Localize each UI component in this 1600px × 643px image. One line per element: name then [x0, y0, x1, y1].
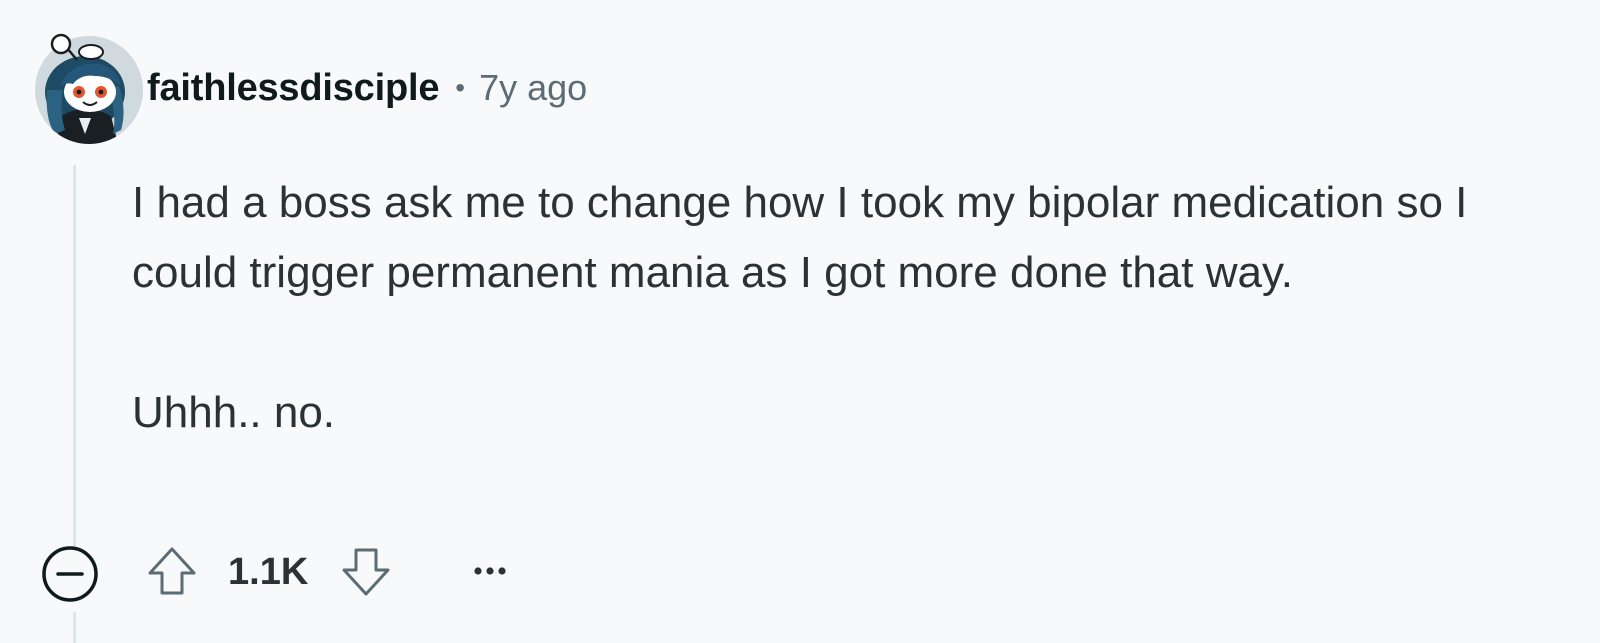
downvote-arrow-icon — [342, 548, 390, 596]
snoo-avatar-icon — [35, 33, 143, 144]
username-link[interactable]: faithlessdisciple — [147, 67, 439, 110]
comment-paragraph: Uhhh.. no. — [132, 388, 336, 437]
timestamp[interactable]: 7y ago — [479, 67, 587, 109]
comment-body: I had a boss ask me to change how I took… — [132, 168, 1572, 448]
upvote-arrow-icon — [148, 547, 196, 595]
comment-header: faithlessdisciple • 7y ago — [147, 62, 587, 114]
more-options-icon — [474, 567, 506, 575]
comment-paragraph: I had a boss ask me to change how I took… — [132, 178, 1468, 297]
more-options-button[interactable] — [470, 556, 510, 586]
comment-action-bar: 1.1K — [40, 540, 560, 602]
collapse-button[interactable] — [40, 544, 100, 604]
thread-line-continuation[interactable] — [73, 612, 76, 643]
avatar[interactable] — [33, 30, 147, 144]
separator-dot: • — [455, 72, 466, 103]
thread-line[interactable] — [73, 165, 76, 585]
vote-score: 1.1K — [228, 551, 309, 593]
downvote-button[interactable] — [338, 544, 394, 600]
upvote-button[interactable] — [144, 543, 200, 599]
collapse-icon — [42, 546, 98, 602]
